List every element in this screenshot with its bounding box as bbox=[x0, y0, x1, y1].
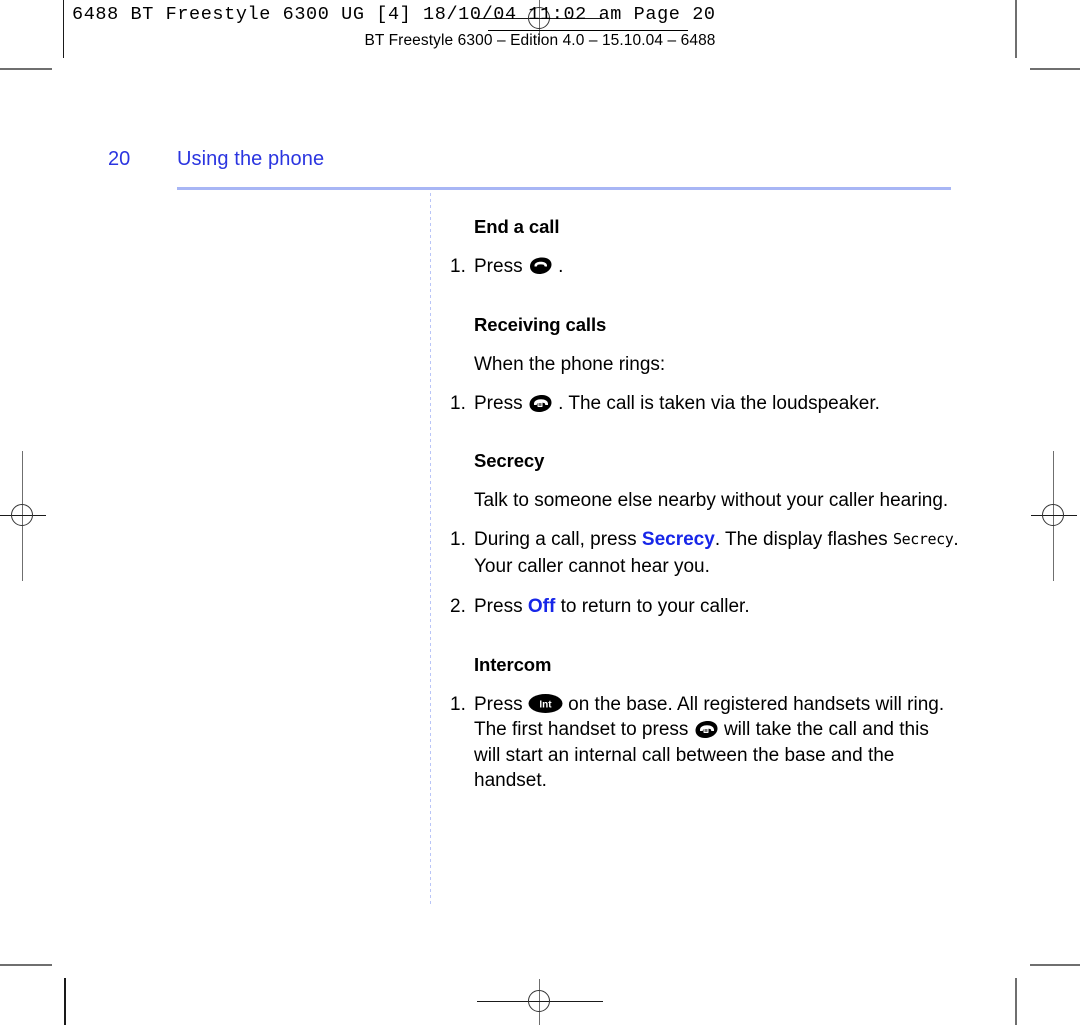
step-number: 1. bbox=[450, 693, 466, 715]
running-head: Using the phone bbox=[177, 148, 325, 170]
section-receiving-calls: Receiving calls When the phone rings: 1.… bbox=[450, 314, 960, 417]
step-item: 1. Press Int on the base. All registered … bbox=[450, 692, 960, 794]
talk-loudspeaker-key-icon bbox=[528, 393, 553, 414]
column-divider-rule bbox=[430, 193, 431, 905]
step-item: 1. Press . The call is taken via the loud… bbox=[450, 391, 960, 417]
step-text: to return to your caller. bbox=[555, 596, 750, 617]
steps-secrecy: 1. During a call, press Secrecy. The disp… bbox=[450, 527, 960, 620]
heading-intercom: Intercom bbox=[474, 653, 552, 675]
steps-end-a-call: 1. Press . bbox=[450, 254, 960, 280]
step-text-line2: Your caller cannot hear you. bbox=[474, 555, 710, 577]
step-text-tail: . bbox=[552, 256, 564, 277]
step-text: . bbox=[953, 529, 959, 550]
step-text: Press bbox=[474, 256, 528, 277]
section-intercom: Intercom 1. Press Int on the base. All re… bbox=[450, 654, 960, 794]
step-text-tail: . The call is taken via the loudspeaker. bbox=[552, 392, 880, 414]
heading-receiving-calls: Receiving calls bbox=[474, 313, 607, 335]
end-call-key-icon bbox=[528, 256, 553, 276]
intercom-key-icon: Int bbox=[528, 693, 563, 714]
step-number: 1. bbox=[450, 392, 466, 414]
step-text: Press bbox=[474, 596, 528, 617]
softkey-label-secrecy[interactable]: Secrecy bbox=[642, 529, 715, 550]
step-text: Press bbox=[474, 693, 528, 715]
step-number: 1. bbox=[450, 529, 466, 550]
header-rule bbox=[177, 187, 951, 190]
manual-page: 20 Using the phone End a call 1. Press . bbox=[0, 0, 1080, 1025]
step-text: . The display flashes bbox=[714, 529, 893, 550]
step-number: 1. bbox=[450, 256, 466, 277]
secrecy-intro: Talk to someone else nearby without your… bbox=[474, 490, 949, 511]
heading-secrecy: Secrecy bbox=[474, 450, 545, 471]
body-column: End a call 1. Press . Receiving calls Whe… bbox=[450, 216, 960, 794]
step-item: 2. Press Off to return to your caller. bbox=[450, 594, 960, 620]
page-number: 20 bbox=[108, 148, 131, 170]
section-secrecy: Secrecy Talk to someone else nearby with… bbox=[450, 450, 960, 620]
talk-loudspeaker-key-icon bbox=[694, 719, 719, 740]
step-number: 2. bbox=[450, 596, 466, 617]
display-readout-secrecy: Secrecy bbox=[892, 530, 954, 548]
step-item: 1. During a call, press Secrecy. The disp… bbox=[450, 527, 960, 579]
receiving-calls-intro: When the phone rings: bbox=[474, 353, 666, 375]
steps-intercom: 1. Press Int on the base. All registered … bbox=[450, 692, 960, 794]
svg-text:Int: Int bbox=[539, 699, 552, 710]
step-item: 1. Press . bbox=[450, 254, 960, 280]
step-text: Press bbox=[474, 392, 528, 414]
step-text: During a call, press bbox=[474, 529, 642, 550]
heading-end-a-call: End a call bbox=[474, 216, 560, 237]
section-end-a-call: End a call 1. Press . bbox=[450, 216, 960, 280]
steps-receiving-calls: 1. Press . The call is taken via the loud… bbox=[450, 391, 960, 417]
softkey-label-off[interactable]: Off bbox=[528, 596, 555, 617]
